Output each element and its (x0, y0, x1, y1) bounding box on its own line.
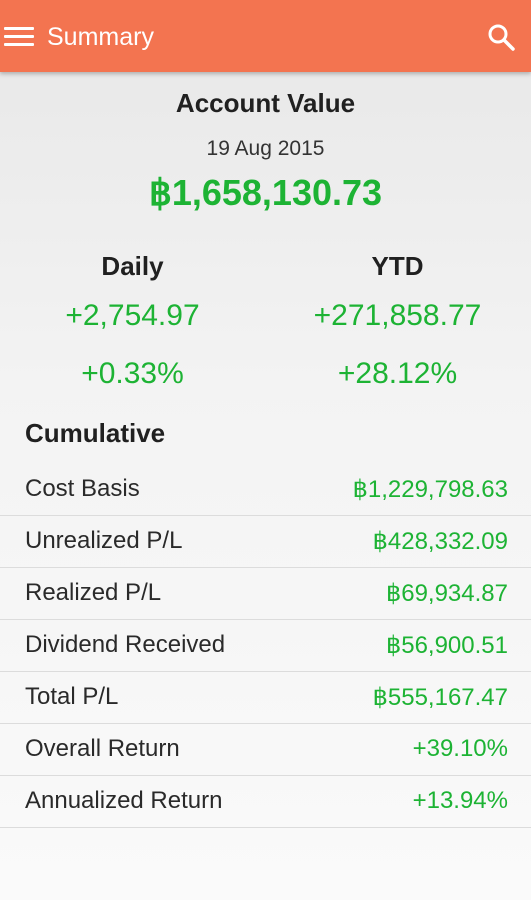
total-pl-row: Total P/L ฿555,167.47 (0, 672, 531, 724)
row-value: ฿428,332.09 (372, 528, 508, 555)
app-title: Summary (47, 23, 154, 51)
account-value-title: Account Value (175, 88, 356, 118)
row-label: Unrealized P/L (25, 527, 183, 554)
row-value: ฿1,229,798.63 (352, 476, 508, 503)
row-label: Cost Basis (25, 475, 140, 502)
row-label: Annualized Return (25, 787, 223, 814)
daily-column: Daily +2,754.97 +0.33% (0, 248, 265, 414)
daily-change: +2,754.97 (65, 299, 200, 332)
ytd-change: +271,858.77 (313, 299, 482, 332)
annualized-return-row: Annualized Return +13.94% (0, 776, 531, 828)
row-value: ฿56,900.51 (385, 632, 508, 659)
search-icon[interactable] (486, 22, 516, 52)
row-label: Realized P/L (25, 579, 162, 606)
ytd-label: YTD (371, 251, 424, 281)
row-value: ฿555,167.47 (372, 684, 508, 711)
realized-pl-row: Realized P/L ฿69,934.87 (0, 568, 531, 620)
daily-percent: +0.33% (81, 357, 184, 390)
account-value-amount: ฿1,658,130.73 (148, 172, 383, 213)
app-bar: Summary (0, 0, 531, 72)
cost-basis-row: Cost Basis ฿1,229,798.63 (0, 464, 531, 516)
ytd-percent: +28.12% (337, 357, 458, 390)
overall-return-row: Overall Return +39.10% (0, 724, 531, 776)
cumulative-list: Cost Basis ฿1,229,798.63 Unrealized P/L … (0, 464, 531, 828)
daily-label: Daily (101, 251, 164, 281)
row-value: ฿69,934.87 (385, 580, 508, 607)
dividend-received-row: Dividend Received ฿56,900.51 (0, 620, 531, 672)
cumulative-title: Cumulative (25, 418, 166, 448)
ytd-column: YTD +271,858.77 +28.12% (265, 248, 530, 414)
account-date: 19 Aug 2015 (206, 137, 325, 160)
row-value: +13.94% (412, 787, 508, 814)
row-value: +39.10% (412, 735, 508, 762)
row-label: Overall Return (25, 735, 180, 762)
unrealized-pl-row: Unrealized P/L ฿428,332.09 (0, 516, 531, 568)
menu-icon[interactable] (4, 25, 34, 49)
row-label: Dividend Received (25, 631, 226, 658)
row-label: Total P/L (25, 683, 119, 710)
